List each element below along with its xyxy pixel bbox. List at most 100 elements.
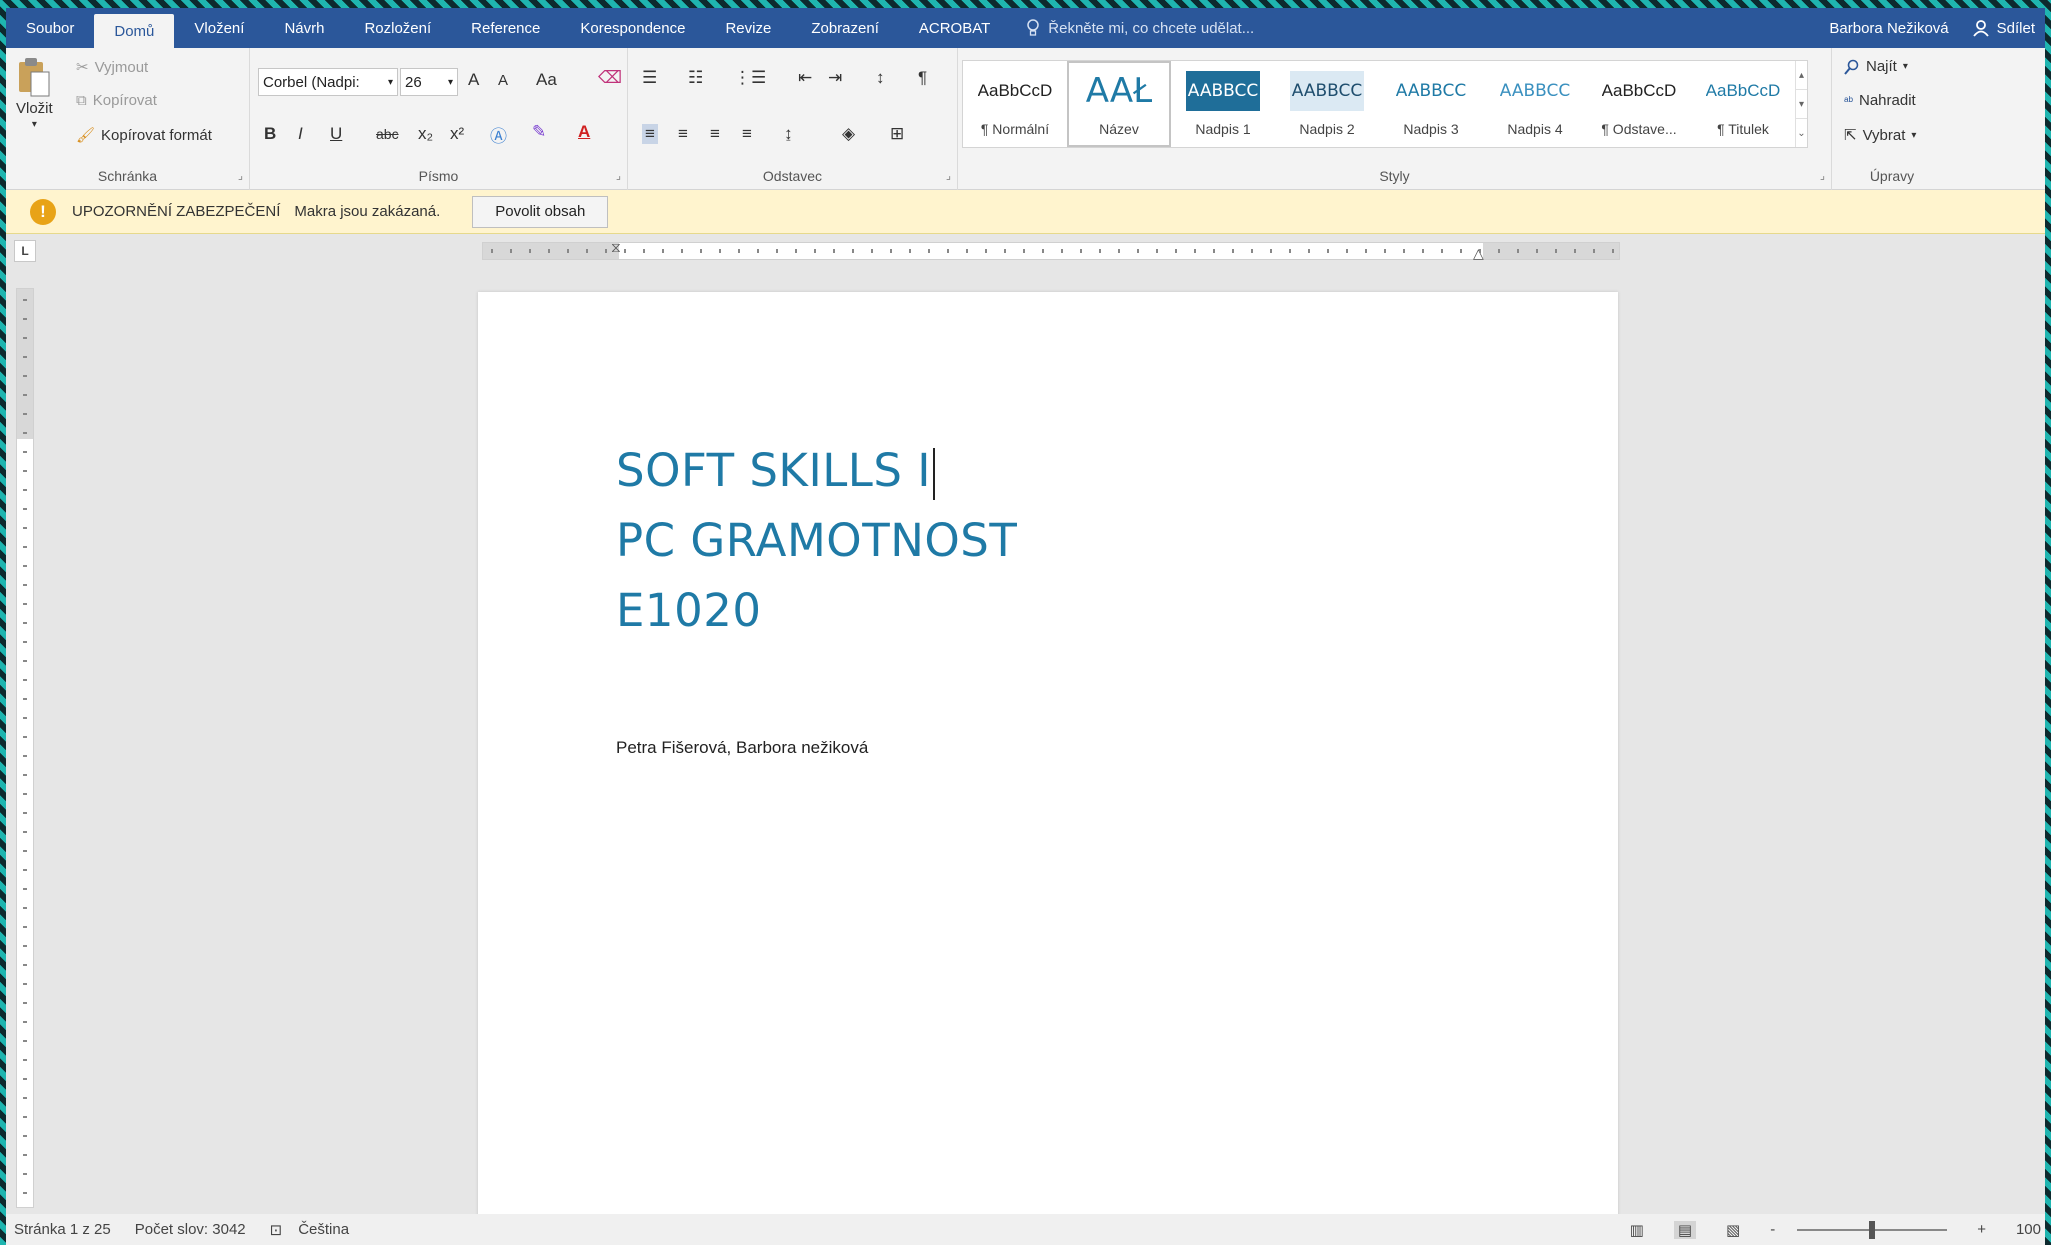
- shrink-font-button[interactable]: A: [498, 72, 508, 89]
- increase-indent-icon[interactable]: ⇥: [828, 68, 842, 88]
- scroll-up-icon[interactable]: ▴: [1796, 61, 1807, 90]
- align-center-icon[interactable]: ≡: [678, 124, 688, 144]
- ruler-tick: [795, 249, 797, 253]
- copy-button[interactable]: ⧉ Kopírovat: [76, 92, 157, 109]
- tab-9[interactable]: ACROBAT: [899, 8, 1010, 48]
- highlight-icon[interactable]: ✎: [532, 122, 546, 142]
- find-button[interactable]: Najít ▾: [1844, 58, 1908, 75]
- chevron-down-icon: ▾: [387, 76, 393, 88]
- format-painter-button[interactable]: 🖌 Kopírovat formát: [76, 126, 212, 145]
- language-indicator[interactable]: Čeština: [298, 1221, 349, 1238]
- zoom-level[interactable]: 100: [2016, 1221, 2041, 1238]
- ruler-tick: [529, 249, 531, 253]
- tell-me-box[interactable]: Řekněte mi, co chcete udělat...: [1010, 19, 1270, 37]
- horizontal-ruler[interactable]: ⧖ △: [482, 239, 1620, 262]
- tab-6[interactable]: Korespondence: [560, 8, 705, 48]
- tab-2[interactable]: Vložení: [174, 8, 264, 48]
- tab-4[interactable]: Rozložení: [344, 8, 451, 48]
- ruler-tick: [852, 249, 854, 253]
- ruler-tick: [833, 249, 835, 253]
- bold-button[interactable]: B: [264, 124, 276, 144]
- tab-0[interactable]: Soubor: [6, 8, 94, 48]
- dialog-launcher-icon[interactable]: ⌟: [1820, 169, 1825, 182]
- tab-selector[interactable]: L: [14, 240, 36, 262]
- tab-3[interactable]: Návrh: [264, 8, 344, 48]
- dialog-launcher-icon[interactable]: ⌟: [616, 169, 621, 182]
- strikethrough-button[interactable]: abc: [376, 126, 399, 142]
- multilevel-list-icon[interactable]: ⋮☰: [734, 68, 766, 88]
- print-layout-icon[interactable]: ▤: [1673, 1220, 1697, 1239]
- document-page[interactable]: SOFT SKILLS I PC GRAMOTNOST E1020 Petra …: [478, 292, 1618, 1232]
- indent-marker-icon[interactable]: ⧖: [611, 239, 621, 256]
- superscript-button[interactable]: x²: [450, 124, 464, 144]
- title-line-2[interactable]: PC GRAMOTNOST: [616, 514, 1017, 567]
- bullets-icon[interactable]: ☰: [642, 68, 657, 88]
- zoom-out-button[interactable]: -: [1770, 1221, 1775, 1238]
- line-spacing-icon[interactable]: ↨: [784, 124, 793, 144]
- tab-5[interactable]: Reference: [451, 8, 560, 48]
- word-count[interactable]: Počet slov: 3042: [135, 1221, 246, 1238]
- change-case-button[interactable]: Aa: [536, 70, 557, 90]
- title-line-3[interactable]: E1020: [616, 584, 761, 637]
- zoom-in-button[interactable]: +: [1977, 1221, 1986, 1238]
- right-indent-marker-icon[interactable]: △: [1473, 245, 1484, 262]
- grow-font-button[interactable]: A: [468, 70, 479, 90]
- more-styles-icon[interactable]: ⌄: [1796, 119, 1807, 147]
- style-item-7[interactable]: AaBbCcD ¶ Titulek: [1691, 61, 1795, 147]
- sort-icon[interactable]: ↕: [876, 68, 885, 88]
- dialog-launcher-icon[interactable]: ⌟: [238, 169, 243, 182]
- style-item-5[interactable]: AABBCC Nadpis 4: [1483, 61, 1587, 147]
- style-item-6[interactable]: AaBbCcD ¶ Odstave...: [1587, 61, 1691, 147]
- scroll-down-icon[interactable]: ▾: [1796, 90, 1807, 119]
- tab-1[interactable]: Domů: [94, 14, 175, 48]
- enable-content-button[interactable]: Povolit obsah: [472, 195, 609, 228]
- dialog-launcher-icon[interactable]: ⌟: [946, 169, 951, 182]
- style-item-1[interactable]: AAŁ Název: [1067, 61, 1171, 147]
- user-name[interactable]: Barbora Nežiková: [1815, 20, 1962, 37]
- decrease-indent-icon[interactable]: ⇤: [798, 68, 812, 88]
- align-left-icon[interactable]: ≡: [642, 124, 658, 144]
- paste-button[interactable]: Vložit ▾: [16, 56, 53, 130]
- style-sample: AaBbCcD: [1705, 81, 1781, 100]
- copy-label: Kopírovat: [92, 92, 157, 109]
- web-layout-icon[interactable]: ▧: [1726, 1221, 1740, 1239]
- tab-7[interactable]: Revize: [705, 8, 791, 48]
- underline-button[interactable]: U: [330, 124, 342, 144]
- tab-8[interactable]: Zobrazení: [791, 8, 899, 48]
- title-line-1[interactable]: SOFT SKILLS I: [616, 444, 935, 500]
- ruler-tick: [1156, 249, 1158, 253]
- style-item-0[interactable]: AaBbCcD ¶ Normální: [963, 61, 1067, 147]
- style-item-4[interactable]: AABBCC Nadpis 3: [1379, 61, 1483, 147]
- font-size-combo[interactable]: 26 ▾: [400, 68, 458, 96]
- style-item-3[interactable]: AABBCC Nadpis 2: [1275, 61, 1379, 147]
- zoom-thumb[interactable]: [1869, 1220, 1876, 1239]
- replace-button[interactable]: ᵃᵇ Nahradit: [1844, 92, 1916, 109]
- ruler-tick: [23, 812, 27, 814]
- clear-formatting-icon[interactable]: ⌫: [598, 68, 622, 88]
- borders-icon[interactable]: ⊞: [890, 124, 904, 144]
- ruler-tick: [23, 1040, 27, 1042]
- align-right-icon[interactable]: ≡: [710, 124, 720, 144]
- font-name-combo[interactable]: Corbel (Nadpi: ▾: [258, 68, 398, 96]
- read-mode-icon[interactable]: ▥: [1630, 1221, 1644, 1239]
- proofing-icon[interactable]: ⊡: [270, 1221, 283, 1239]
- text-effects-icon[interactable]: Ⓐ: [490, 122, 507, 147]
- share-button[interactable]: Sdílet: [1963, 19, 2045, 37]
- vertical-ruler[interactable]: [16, 288, 34, 1208]
- font-color-icon[interactable]: A: [578, 122, 590, 142]
- shading-icon[interactable]: ◈: [842, 124, 855, 144]
- page-count[interactable]: Stránka 1 z 25: [14, 1221, 111, 1238]
- style-item-2[interactable]: AABBCC Nadpis 1: [1171, 61, 1275, 147]
- numbering-icon[interactable]: ☷: [688, 68, 703, 88]
- show-formatting-button[interactable]: ¶: [918, 68, 927, 88]
- cut-button[interactable]: ✂ Vyjmout: [76, 58, 148, 77]
- italic-button[interactable]: I: [298, 124, 303, 144]
- authors-line[interactable]: Petra Fišerová, Barbora nežiková: [616, 738, 868, 758]
- zoom-slider[interactable]: [1797, 1220, 1948, 1239]
- ruler-tick: [1137, 249, 1139, 253]
- subscript-button[interactable]: x₂: [418, 124, 433, 144]
- scissors-icon: ✂: [76, 59, 89, 76]
- select-button[interactable]: ⇱ Vybrat ▾: [1844, 126, 1916, 145]
- cursor-icon: ⇱: [1844, 127, 1857, 144]
- justify-icon[interactable]: ≡: [742, 124, 752, 144]
